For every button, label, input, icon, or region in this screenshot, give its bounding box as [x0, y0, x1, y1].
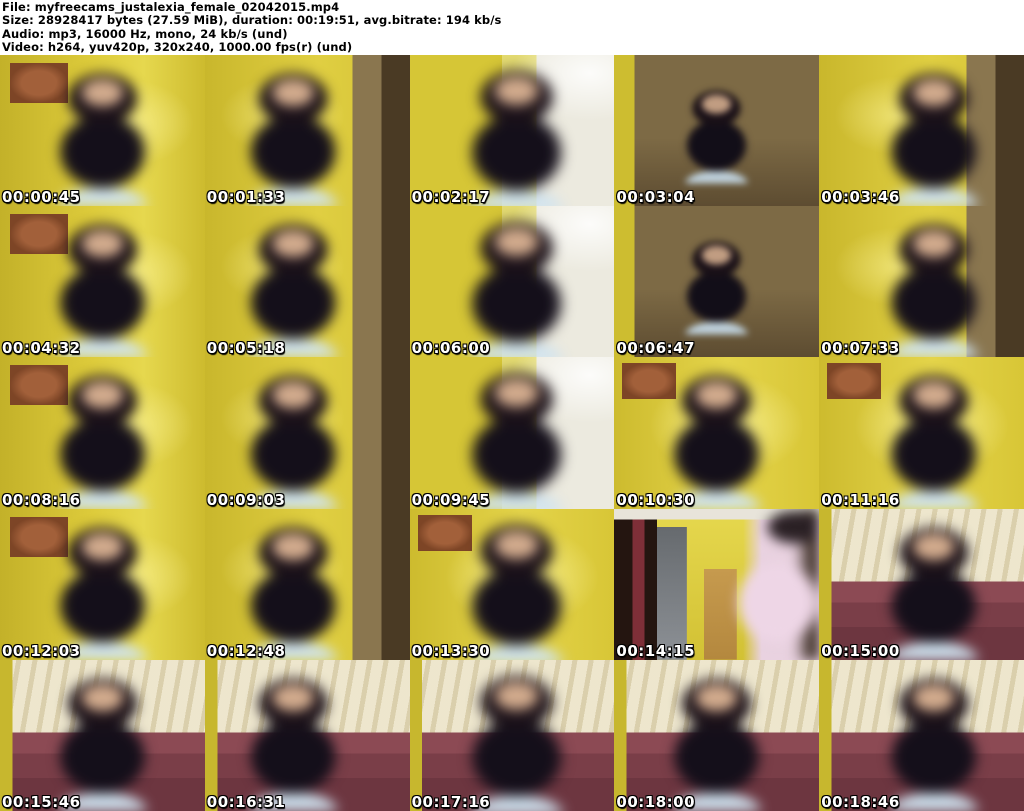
timestamp-label: 00:04:32 — [2, 339, 81, 358]
timestamp-label: 00:05:18 — [206, 339, 286, 358]
person-silhouette — [0, 206, 205, 358]
video-thumbnail: 00:09:45 — [409, 357, 615, 509]
timestamp-label: 00:09:03 — [206, 490, 286, 509]
video-thumbnail: 00:03:46 — [819, 55, 1024, 207]
video-info-line: Video: h264, yuv420p, 320x240, 1000.00 f… — [2, 40, 353, 55]
video-thumbnail: 00:15:46 — [0, 659, 205, 811]
person-silhouette — [831, 659, 1024, 811]
video-thumbnail: 00:05:18 — [204, 206, 410, 358]
video-thumbnail: 00:15:00 — [819, 508, 1024, 660]
person-silhouette — [645, 228, 789, 335]
audio-info-line: Audio: mp3, 16000 Hz, mono, 24 kb/s (und… — [2, 26, 288, 41]
timestamp-label: 00:03:04 — [616, 188, 696, 207]
video-thumbnail: 00:12:48 — [204, 508, 410, 660]
video-thumbnail: 00:03:04 — [614, 55, 820, 207]
timestamp-label: 00:03:46 — [821, 188, 900, 207]
person-silhouette — [614, 659, 820, 811]
timestamp-label: 00:09:45 — [411, 490, 491, 509]
timestamp-label: 00:06:00 — [411, 339, 491, 358]
person-silhouette — [409, 206, 615, 358]
person-silhouette — [831, 206, 1024, 358]
person-silhouette — [614, 357, 820, 509]
video-thumbnail: 00:09:03 — [204, 357, 410, 509]
person-silhouette — [204, 206, 396, 358]
video-thumbnail: 00:06:00 — [409, 206, 615, 358]
timestamp-label: 00:14:15 — [616, 641, 696, 660]
timestamp-label: 00:07:33 — [821, 339, 900, 358]
timestamp-label: 00:15:00 — [821, 641, 900, 660]
video-thumbnail: 00:11:16 — [819, 357, 1024, 509]
person-silhouette — [831, 55, 1024, 207]
timestamp-label: 00:10:30 — [616, 490, 696, 509]
video-thumbnail: 00:10:30 — [614, 357, 820, 509]
timestamp-label: 00:11:16 — [821, 490, 900, 509]
video-thumbnail: 00:07:33 — [819, 206, 1024, 358]
timestamp-label: 00:15:46 — [2, 792, 81, 811]
person-silhouette — [204, 55, 396, 207]
video-thumbnail: 00:06:47 — [614, 206, 820, 358]
video-thumbnail: 00:18:46 — [819, 659, 1024, 811]
person-silhouette — [0, 659, 205, 811]
timestamp-label: 00:06:47 — [616, 339, 696, 358]
video-thumbnail: 00:14:15 — [614, 508, 820, 660]
person-silhouette — [0, 508, 205, 660]
file-name-line: File: myfreecams_justalexia_female_02042… — [2, 0, 340, 14]
person-silhouette — [0, 357, 205, 509]
person-silhouette — [0, 55, 205, 207]
timestamp-label: 00:12:03 — [2, 641, 81, 660]
person-silhouette — [645, 77, 789, 184]
timestamp-label: 00:01:33 — [206, 188, 286, 207]
video-thumbnail: 00:18:00 — [614, 659, 820, 811]
video-thumbnail: 00:13:30 — [409, 508, 615, 660]
video-thumbnail: 00:08:16 — [0, 357, 205, 509]
timestamp-label: 00:13:30 — [411, 641, 491, 660]
timestamp-label: 00:16:31 — [206, 792, 286, 811]
person-silhouette — [409, 508, 615, 660]
person-silhouette — [409, 659, 615, 811]
video-thumbnail: 00:12:03 — [0, 508, 205, 660]
video-thumbnail: 00:04:32 — [0, 206, 205, 358]
timestamp-label: 00:18:00 — [616, 792, 696, 811]
timestamp-label: 00:18:46 — [821, 792, 900, 811]
person-silhouette — [204, 508, 396, 660]
video-thumbnail: 00:16:31 — [204, 659, 410, 811]
person-silhouette — [831, 357, 1024, 509]
video-thumbnail: 00:00:45 — [0, 55, 205, 207]
person-silhouette — [409, 55, 615, 207]
file-info-header: File: myfreecams_justalexia_female_02042… — [0, 0, 1024, 55]
video-thumbnail: 00:17:16 — [409, 659, 615, 811]
video-thumbnail: 00:01:33 — [204, 55, 410, 207]
thumbnail-grid: 00:00:45 00:01:33 00:02:17 00:03:04 00:0… — [0, 55, 1024, 811]
person-silhouette — [204, 357, 396, 509]
video-thumbnail: 00:02:17 — [409, 55, 615, 207]
file-size-line: Size: 28928417 bytes (27.59 MiB), durati… — [2, 13, 502, 28]
person-silhouette — [204, 659, 396, 811]
timestamp-label: 00:17:16 — [411, 792, 491, 811]
person-silhouette — [614, 508, 820, 660]
person-silhouette — [409, 357, 615, 509]
timestamp-label: 00:00:45 — [2, 188, 81, 207]
timestamp-label: 00:12:48 — [206, 641, 286, 660]
person-silhouette — [831, 508, 1024, 660]
timestamp-label: 00:02:17 — [411, 188, 491, 207]
timestamp-label: 00:08:16 — [2, 490, 81, 509]
